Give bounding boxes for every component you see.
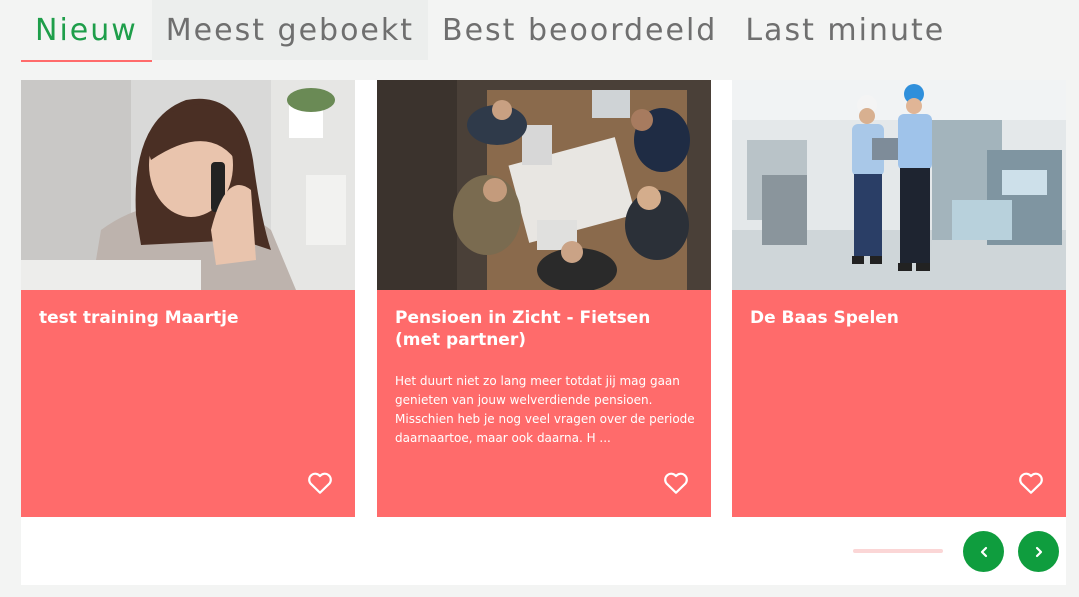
card-title[interactable]: De Baas Spelen <box>750 307 1048 329</box>
chevron-left-icon <box>980 546 987 557</box>
tab-best-beoordeeld[interactable]: Best beoordeeld <box>428 0 731 60</box>
heart-outline-icon[interactable] <box>1018 471 1044 495</box>
heart-outline-icon[interactable] <box>663 471 689 495</box>
carousel-panel: test training Maartje Pensioen in Zicht … <box>21 80 1066 585</box>
training-card[interactable]: test training Maartje <box>21 80 355 517</box>
tab-last-minute[interactable]: Last minute <box>731 0 959 60</box>
tab-bar: Nieuw Meest geboekt Best beoordeeld Last… <box>21 0 959 62</box>
heart-outline-icon[interactable] <box>307 471 333 495</box>
carousel-next-button[interactable] <box>1018 531 1059 572</box>
card-title[interactable]: Pensioen in Zicht - Fietsen (met partner… <box>395 307 693 351</box>
carousel-progress-bar <box>853 549 943 553</box>
tab-meest-geboekt[interactable]: Meest geboekt <box>151 0 429 60</box>
card-description: Het duurt niet zo lang meer totdat jij m… <box>395 374 695 445</box>
training-card[interactable]: De Baas Spelen <box>732 80 1066 517</box>
tab-nieuw[interactable]: Nieuw <box>21 0 152 62</box>
carousel-prev-button[interactable] <box>963 531 1004 572</box>
card-image-factory-engineers <box>732 80 1066 290</box>
card-title[interactable]: test training Maartje <box>39 307 337 329</box>
chevron-right-icon <box>1035 546 1042 557</box>
training-card[interactable]: Pensioen in Zicht - Fietsen (met partner… <box>377 80 711 517</box>
card-image-meeting-table <box>377 80 711 290</box>
card-image-woman-on-phone <box>21 80 355 290</box>
